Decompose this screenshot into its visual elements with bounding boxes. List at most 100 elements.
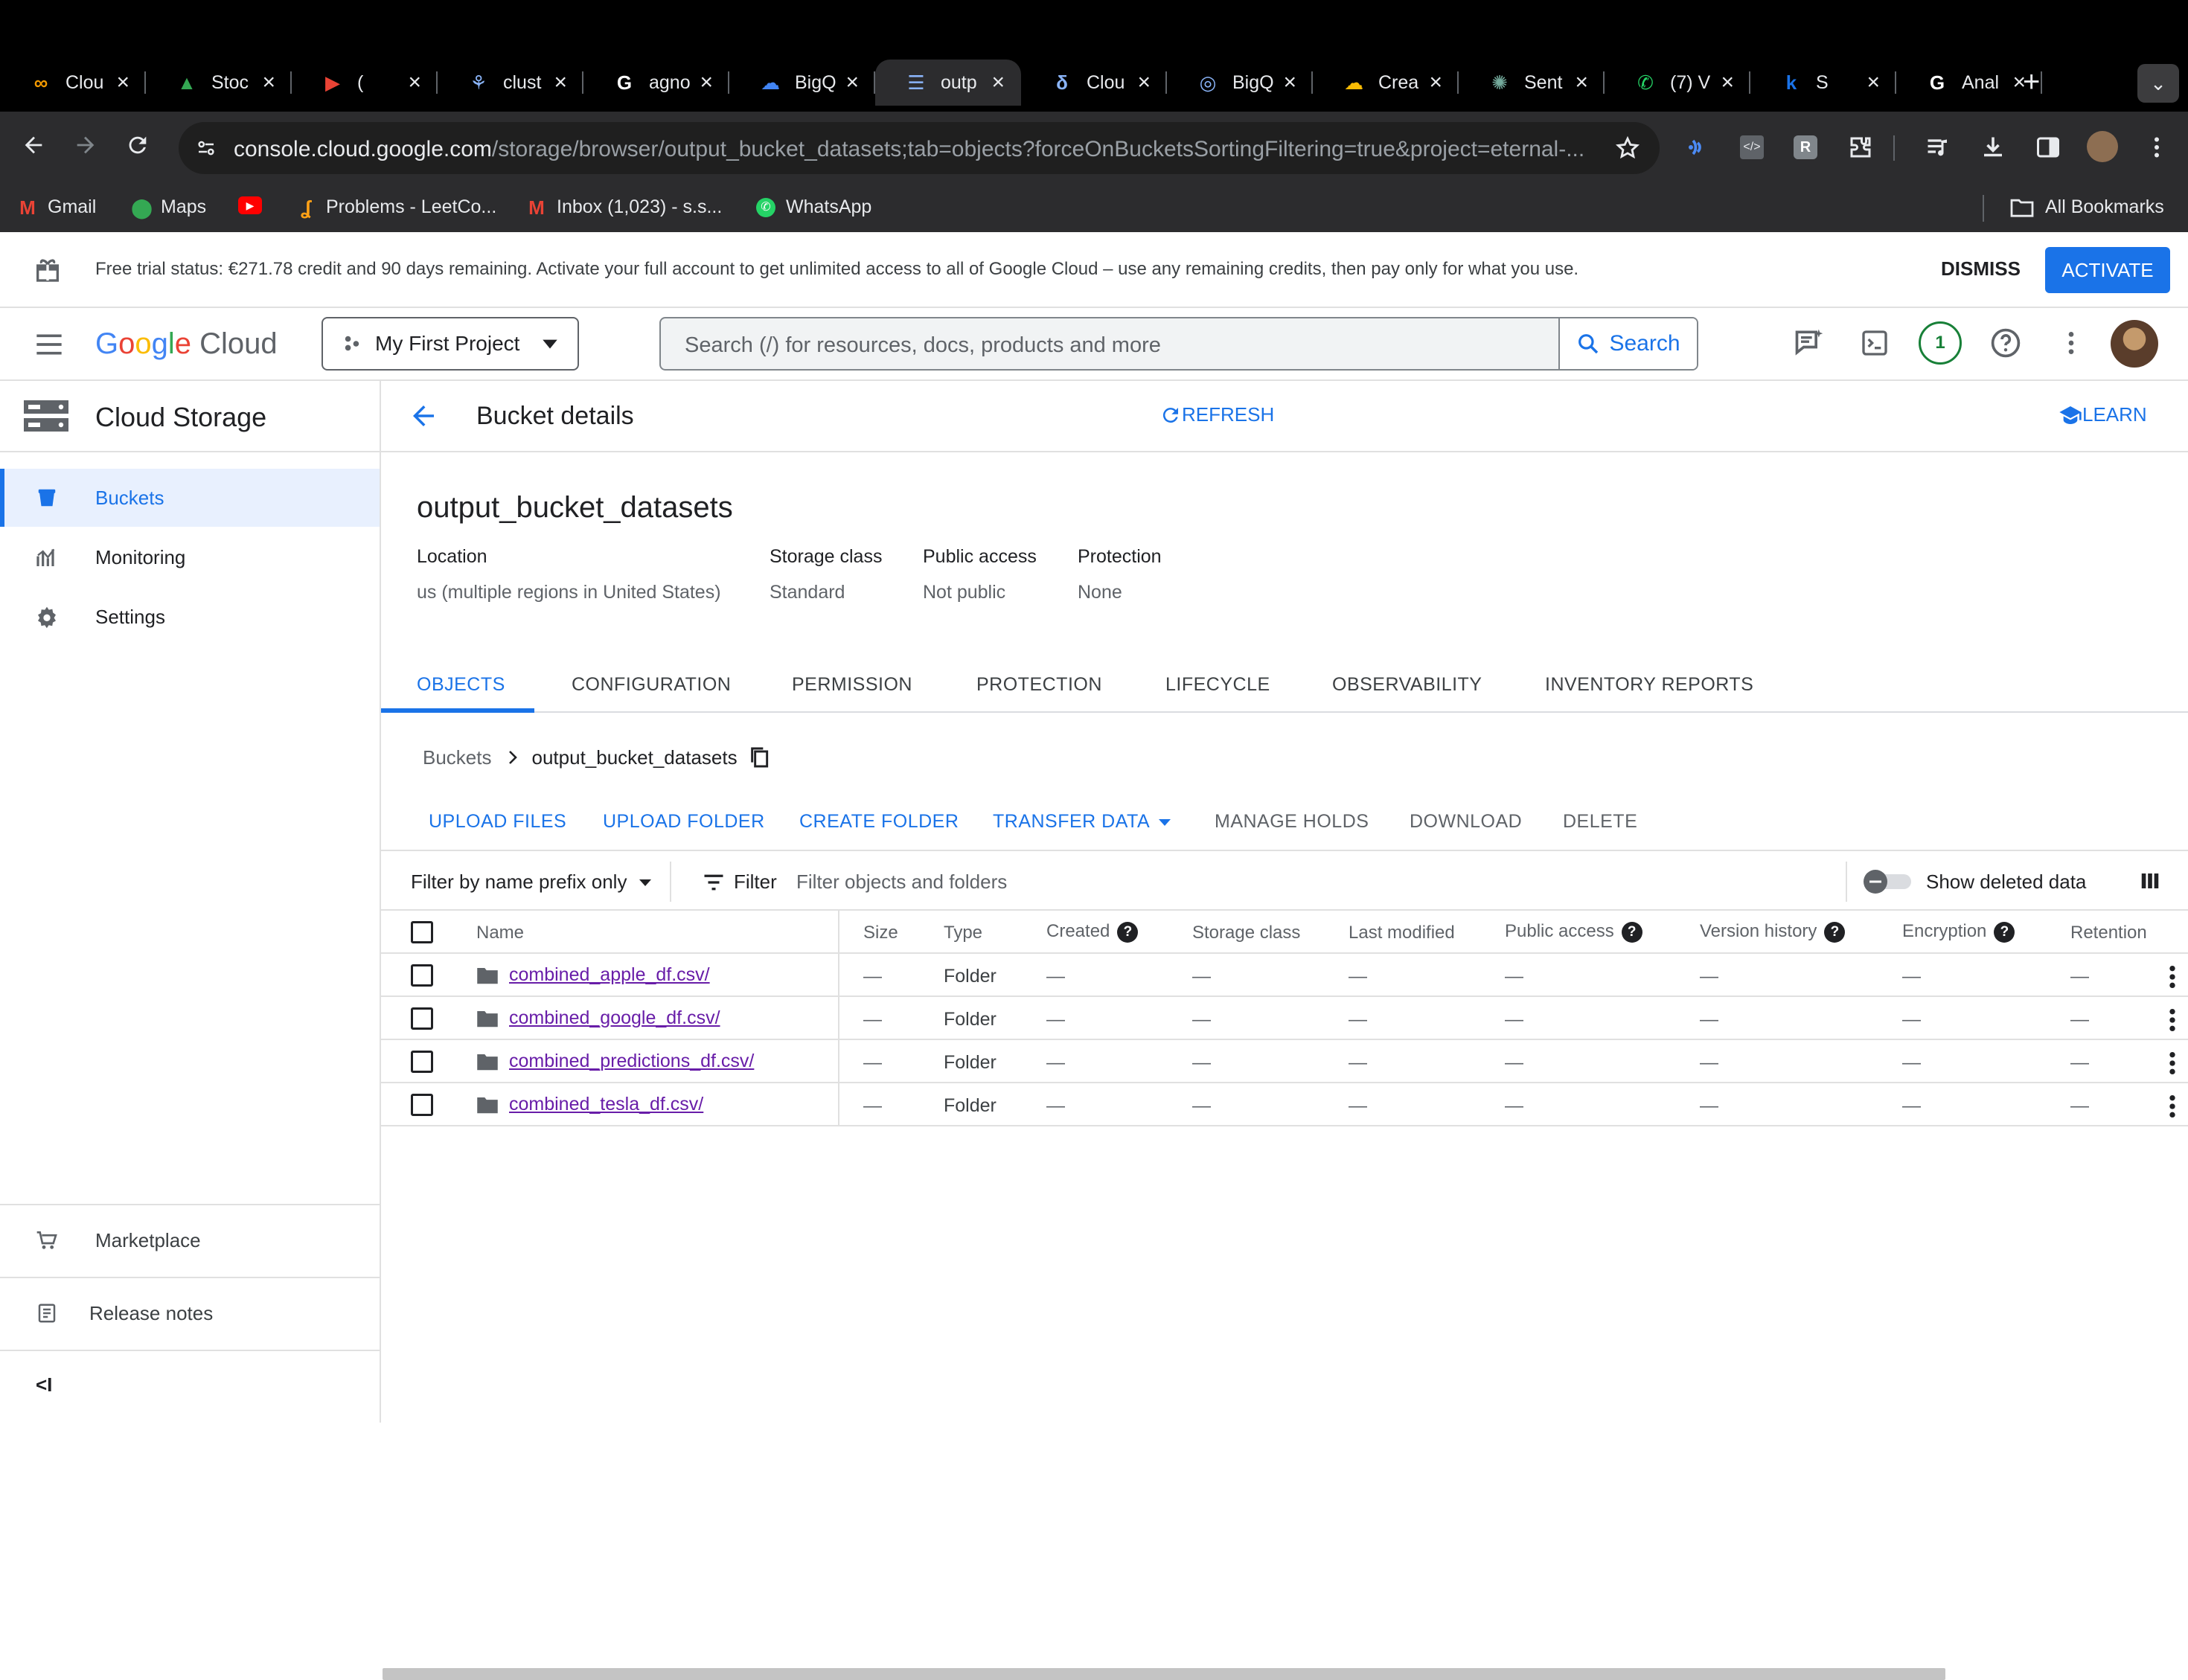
address-bar[interactable]: console.cloud.google.com/storage/browser…	[179, 122, 1660, 174]
column-header-public-access[interactable]: Public access?	[1505, 921, 1642, 943]
activate-button[interactable]: ACTIVATE	[2045, 247, 2170, 293]
upload-folder-button[interactable]: UPLOAD FOLDER	[603, 811, 765, 833]
account-avatar[interactable]	[2111, 320, 2158, 368]
search-box[interactable]: Search (/) for resources, docs, products…	[659, 317, 1698, 371]
column-header-name[interactable]: Name	[476, 923, 524, 943]
notifications-badge[interactable]: 1	[1919, 321, 1962, 365]
bookmark-gmail[interactable]: M Gmail	[18, 196, 96, 218]
tab-lifecycle[interactable]: LIFECYCLE	[1165, 674, 1270, 696]
sidebar-item-settings[interactable]: Settings	[0, 588, 380, 646]
search-input[interactable]: Search (/) for resources, docs, products…	[685, 333, 1161, 358]
close-tab-icon[interactable]: ×	[554, 70, 567, 95]
close-tab-icon[interactable]: ×	[116, 70, 129, 95]
new-tab-button[interactable]: +	[2023, 65, 2040, 99]
media-control-icon[interactable]	[1925, 134, 1951, 161]
dismiss-button[interactable]: DISMISS	[1941, 257, 2021, 280]
bookmark-leetcode[interactable]: ʆ Problems - LeetCo...	[296, 196, 496, 218]
column-header-size[interactable]: Size	[863, 923, 898, 943]
side-panel-icon[interactable]	[2035, 134, 2061, 161]
extension-radio-icon[interactable]	[1686, 134, 1713, 161]
search-button[interactable]: Search	[1558, 318, 1697, 369]
delete-button[interactable]: DELETE	[1563, 811, 1637, 833]
table-row[interactable]: combined_apple_df.csv/ — Folder — — — — — — —	[381, 954, 2188, 997]
browser-tab[interactable]: ▶ (×	[292, 60, 438, 106]
browser-tab[interactable]: δ Clou ×	[1021, 60, 1167, 106]
folder-link[interactable]: combined_google_df.csv/	[509, 1007, 720, 1028]
close-tab-icon[interactable]: ×	[1866, 70, 1880, 95]
close-tab-icon[interactable]: ×	[262, 70, 275, 95]
gemini-chat-icon[interactable]	[1791, 324, 1828, 362]
close-tab-icon[interactable]: ×	[1429, 70, 1442, 95]
table-row[interactable]: combined_google_df.csv/ — Folder — — — — — — —	[381, 997, 2188, 1040]
tab-objects[interactable]: OBJECTS	[417, 674, 505, 696]
row-menu-icon[interactable]	[2167, 964, 2178, 990]
filter-button[interactable]: Filter	[703, 871, 777, 894]
help-icon[interactable]: ?	[1994, 921, 2015, 943]
select-all-checkbox[interactable]	[411, 921, 433, 943]
folder-link[interactable]: combined_tesla_df.csv/	[509, 1094, 703, 1115]
row-checkbox[interactable]	[411, 1007, 433, 1030]
row-checkbox[interactable]	[411, 1051, 433, 1073]
tab-permission[interactable]: PERMISSION	[792, 674, 912, 696]
browser-tab[interactable]: ⚘ clust ×	[438, 60, 583, 106]
filter-mode-select[interactable]: Filter by name prefix only	[411, 871, 653, 894]
extensions-puzzle-icon[interactable]	[1847, 134, 1874, 161]
google-cloud-logo[interactable]: Google Cloud	[95, 327, 278, 361]
sidebar-item-monitoring[interactable]: Monitoring	[0, 528, 380, 586]
download-button[interactable]: DOWNLOAD	[1410, 811, 1522, 833]
sidebar-item-marketplace[interactable]: Marketplace	[0, 1211, 380, 1269]
bookmark-youtube[interactable]: ▶	[238, 196, 272, 214]
horizontal-scrollbar[interactable]	[383, 1668, 1945, 1680]
tab-observability[interactable]: OBSERVABILITY	[1332, 674, 1482, 696]
column-header-encryption[interactable]: Encryption?	[1902, 921, 2015, 943]
more-options-icon[interactable]	[2053, 324, 2090, 362]
learn-button[interactable]: LEARN	[2059, 403, 2147, 426]
row-menu-icon[interactable]	[2167, 1007, 2178, 1033]
forward-icon[interactable]	[73, 132, 98, 158]
column-header-type[interactable]: Type	[944, 923, 982, 943]
browser-menu-icon[interactable]	[2143, 132, 2170, 162]
help-icon[interactable]: ?	[1621, 921, 1642, 943]
breadcrumb-buckets-link[interactable]: Buckets	[423, 746, 492, 769]
row-menu-icon[interactable]	[2167, 1051, 2178, 1076]
close-tab-icon[interactable]: ×	[1283, 70, 1296, 95]
close-tab-icon[interactable]: ×	[1721, 70, 1734, 95]
close-tab-icon[interactable]: ×	[991, 70, 1005, 95]
help-icon[interactable]	[1987, 324, 2024, 362]
extension-r-icon[interactable]: R	[1794, 135, 1817, 159]
collapse-sidebar-button[interactable]: <I	[36, 1373, 52, 1397]
column-header-retention[interactable]: Retention	[2070, 923, 2147, 943]
browser-tab[interactable]: ☁ Crea ×	[1313, 60, 1459, 106]
create-folder-button[interactable]: CREATE FOLDER	[799, 811, 959, 833]
close-tab-icon[interactable]: ×	[700, 70, 713, 95]
cloud-shell-icon[interactable]	[1856, 324, 1893, 362]
help-icon[interactable]: ?	[1824, 921, 1846, 943]
filter-input[interactable]: Filter objects and folders	[796, 871, 1007, 894]
show-deleted-toggle[interactable]	[1862, 869, 1916, 894]
browser-tab[interactable]: ▲ Stoc ×	[146, 60, 292, 106]
browser-tab[interactable]: ✺ Sent ×	[1459, 60, 1605, 106]
bookmark-maps[interactable]: ⬤ Maps	[131, 196, 206, 218]
tab-inventory-reports[interactable]: INVENTORY REPORTS	[1545, 674, 1753, 696]
folder-link[interactable]: combined_apple_df.csv/	[509, 964, 710, 985]
help-icon[interactable]: ?	[1117, 921, 1139, 943]
browser-tab[interactable]: ◎ BigQ ×	[1167, 60, 1313, 106]
bookmark-inbox[interactable]: M Inbox (1,023) - s.s...	[527, 196, 722, 218]
table-row[interactable]: combined_predictions_df.csv/ — Folder — — — — —…	[381, 1040, 2188, 1083]
row-menu-icon[interactable]	[2167, 1094, 2178, 1119]
all-bookmarks[interactable]: All Bookmarks	[2009, 196, 2164, 218]
browser-tab[interactable]: ✆ (7) V ×	[1605, 60, 1750, 106]
copy-icon[interactable]	[748, 746, 770, 769]
close-tab-icon[interactable]: ×	[1575, 70, 1588, 95]
browser-tab[interactable]: ☁ BigQ ×	[729, 60, 875, 106]
column-display-icon[interactable]	[2139, 869, 2161, 893]
refresh-button[interactable]: REFRESH	[1159, 403, 1274, 426]
column-header-storage-class[interactable]: Storage class	[1192, 923, 1300, 943]
manage-holds-button[interactable]: MANAGE HOLDS	[1215, 811, 1369, 833]
browser-tab[interactable]: Gagno ×	[583, 60, 729, 106]
sidebar-item-buckets[interactable]: Buckets	[0, 469, 380, 527]
profile-avatar[interactable]	[2087, 131, 2118, 162]
bookmark-whatsapp[interactable]: ✆ WhatsApp	[756, 196, 871, 218]
column-header-last-modified[interactable]: Last modified	[1349, 923, 1455, 943]
main-menu-icon[interactable]	[34, 332, 64, 357]
